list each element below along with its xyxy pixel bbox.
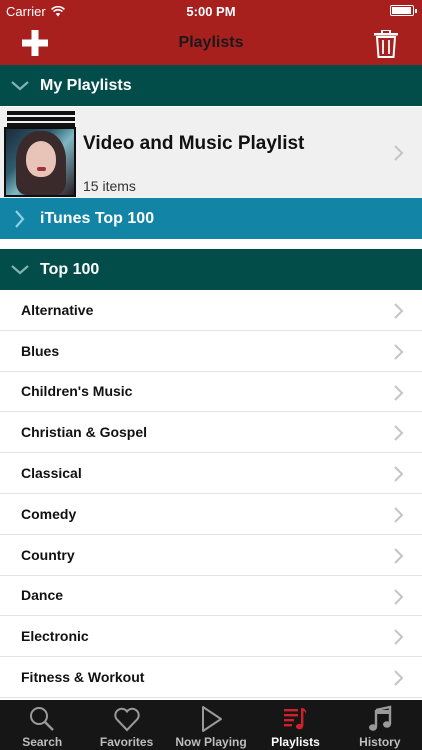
playlist-icon: [284, 708, 307, 730]
navigation-bar: Playlists: [0, 22, 422, 65]
chevron-down-icon: [0, 249, 40, 290]
list-item-label: Classical: [21, 465, 82, 482]
playlist-item-count: 15 items: [83, 178, 136, 194]
list-item-alternative[interactable]: Alternative: [0, 290, 422, 331]
chevron-right-icon: [0, 198, 40, 239]
list-item-label: Country: [21, 546, 75, 563]
chevron-right-icon: [394, 548, 404, 564]
list-item-label: Electronic: [21, 628, 89, 645]
tab-bar: Search Favorites Now Playing Playlists H…: [0, 700, 422, 750]
list-item-dance[interactable]: Dance: [0, 576, 422, 617]
playlist-title: Video and Music Playlist: [83, 133, 305, 154]
list-item-label: Dance: [21, 587, 64, 604]
list-item-label: Fitness & Workout: [21, 669, 145, 686]
tab-search[interactable]: Search: [0, 700, 84, 750]
chevron-right-icon: [394, 588, 404, 605]
chevron-down-icon: [0, 65, 40, 106]
section-label: Top 100: [40, 260, 100, 278]
chevron-right-icon: [394, 425, 404, 442]
heart-icon: [113, 707, 140, 732]
page-title: Playlists: [178, 34, 244, 51]
clock: 5:00 PM: [186, 4, 236, 19]
list-item-comedy[interactable]: Comedy: [0, 494, 422, 535]
list-item-blues[interactable]: Blues: [0, 331, 422, 372]
list-item-label: Alternative: [21, 301, 94, 318]
play-icon: [202, 706, 223, 732]
chevron-right-icon: [394, 670, 404, 686]
status-bar: Carrier 5:00 PM: [0, 0, 422, 22]
battery-icon: [390, 5, 417, 16]
tab-label: History: [359, 735, 401, 749]
tab-favorites[interactable]: Favorites: [84, 700, 168, 750]
section-header-itunes-top-100[interactable]: iTunes Top 100: [0, 198, 422, 239]
section-label: iTunes Top 100: [40, 209, 155, 227]
chevron-right-icon: [394, 466, 404, 482]
list-item-label: Blues: [21, 342, 60, 359]
chevron-right-icon: [394, 507, 404, 523]
list-item-classical[interactable]: Classical: [0, 453, 422, 494]
list-item-country[interactable]: Country: [0, 535, 422, 576]
chevron-right-icon: [394, 384, 404, 401]
chevron-right-icon: [394, 145, 404, 161]
search-icon: [30, 707, 55, 731]
section-header-my-playlists[interactable]: My Playlists: [0, 65, 422, 106]
genre-list: Alternative Blues Children's Music Chris…: [0, 290, 422, 700]
music-note-icon: [368, 705, 392, 731]
list-item-label: Children's Music: [21, 383, 133, 400]
tab-label: Playlists: [271, 735, 320, 749]
list-item-electronic[interactable]: Electronic: [0, 616, 422, 658]
chevron-right-icon: [394, 344, 404, 360]
chevron-right-icon: [394, 629, 404, 646]
section-label: My Playlists: [40, 76, 132, 94]
chevron-right-icon: [394, 303, 404, 319]
tab-history[interactable]: History: [338, 700, 422, 750]
trash-icon[interactable]: [374, 30, 398, 58]
tab-playlists[interactable]: Playlists: [253, 700, 337, 750]
tab-now-playing[interactable]: Now Playing: [169, 700, 253, 750]
list-item-fitness-workout[interactable]: Fitness & Workout: [0, 657, 422, 698]
tab-label: Now Playing: [175, 735, 247, 749]
tab-label: Search: [22, 735, 63, 749]
list-item-childrens-music[interactable]: Children's Music: [0, 372, 422, 413]
list-item-label: Comedy: [21, 505, 77, 522]
playlist-thumbnail: [4, 109, 76, 197]
list-item-label: Christian & Gospel: [21, 424, 148, 441]
section-header-top-100[interactable]: Top 100: [0, 249, 422, 290]
list-item-christian-gospel[interactable]: Christian & Gospel: [0, 412, 422, 454]
playlist-cell[interactable]: Video and Music Playlist 15 items: [0, 107, 422, 198]
tab-label: Favorites: [99, 735, 154, 749]
